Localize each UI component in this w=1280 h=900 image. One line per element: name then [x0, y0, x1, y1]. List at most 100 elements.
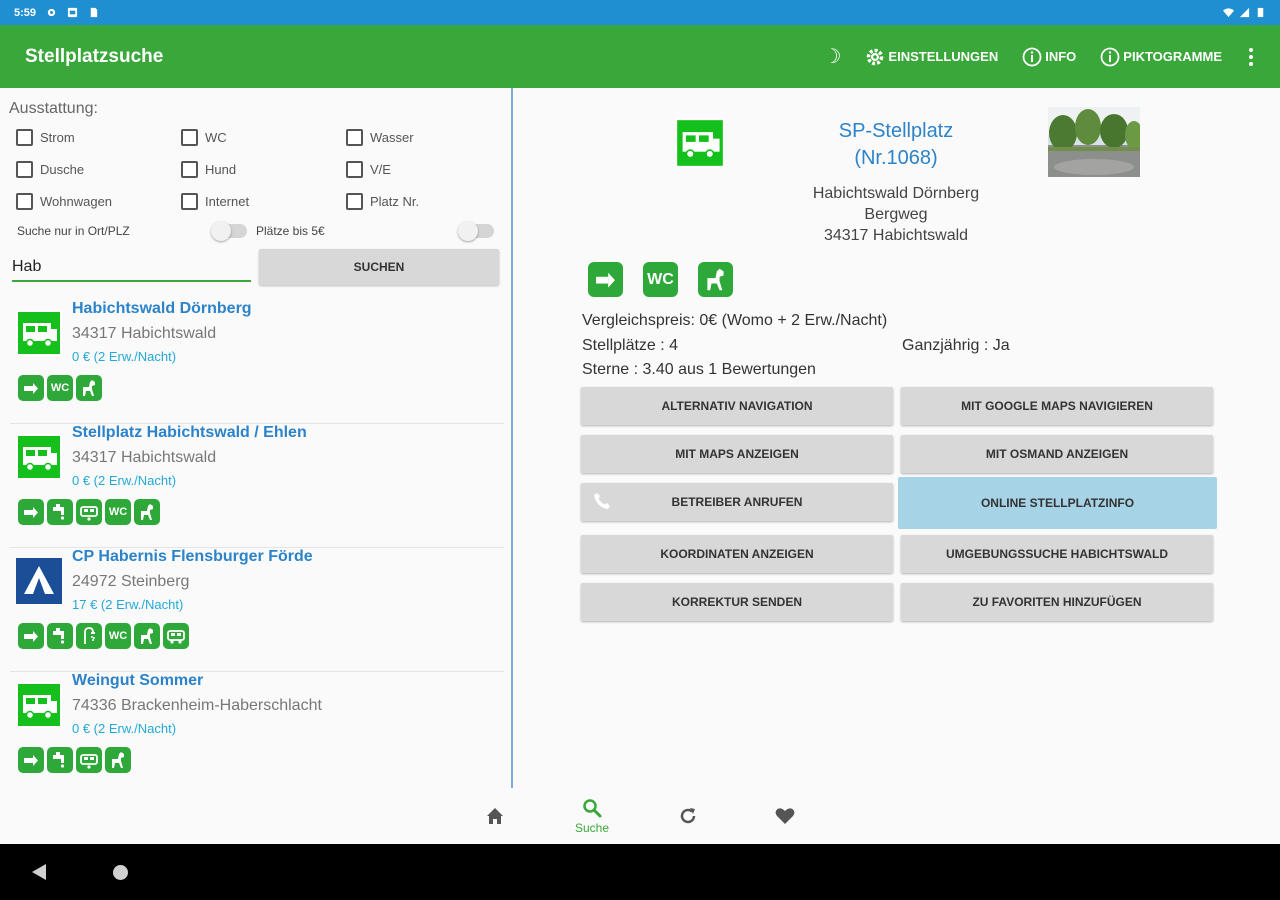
- info-icon: [1022, 47, 1042, 66]
- ganzjaehrig: Ganzjährig : Ja: [902, 337, 1010, 354]
- nearby-search-button[interactable]: UMGEBUNGSSUCHE HABICHTSWALD: [901, 535, 1213, 573]
- checkbox-wasser[interactable]: Wasser: [346, 129, 414, 146]
- wc-icon: WC: [643, 262, 678, 297]
- wc-icon: WC: [47, 375, 73, 401]
- info-button[interactable]: INFO: [1022, 25, 1076, 88]
- night-mode-icon[interactable]: ☽: [823, 25, 841, 88]
- strom-icon: [18, 499, 44, 525]
- wc-icon: WC: [105, 499, 131, 525]
- checkbox-ve[interactable]: V/E: [346, 161, 391, 178]
- app-bar: Stellplatzsuche ☽ EINSTELLUNGEN INFO PIK…: [0, 25, 1280, 88]
- checkbox-strom[interactable]: Strom: [16, 129, 75, 146]
- alternativ-navigation-button[interactable]: ALTERNATIV NAVIGATION: [581, 387, 893, 425]
- address-line: Habichtswald Dörnberg: [812, 185, 980, 202]
- status-bar: 5:59: [0, 0, 1280, 25]
- coordinates-button[interactable]: KOORDINATEN ANZEIGEN: [581, 535, 893, 573]
- signal-icon: [1239, 7, 1250, 18]
- result-city: 34317 Habichtswald: [72, 325, 217, 342]
- checkbox-box[interactable]: [181, 193, 198, 210]
- piktogramme-icon: [1100, 47, 1120, 66]
- result-city: 74336 Brackenheim-Haberschlacht: [72, 697, 322, 714]
- google-maps-navigate-button[interactable]: MIT GOOGLE MAPS NAVIGIEREN: [901, 387, 1213, 425]
- checkbox-hund[interactable]: Hund: [181, 161, 236, 178]
- result-name[interactable]: CP Habernis Flensburger Förde: [72, 548, 313, 566]
- nav-search[interactable]: Suche: [560, 788, 624, 844]
- add-favorite-button[interactable]: ZU FAVORITEN HINZUFÜGEN: [901, 583, 1213, 621]
- stellplatz-icon: [675, 118, 725, 168]
- nav-favorites[interactable]: [753, 788, 817, 844]
- checkbox-box[interactable]: [346, 161, 363, 178]
- app-title: Stellplatzsuche: [25, 45, 164, 67]
- dusche-icon: [76, 623, 102, 649]
- checkbox-label: WC: [205, 130, 227, 145]
- detail-name: SP-Stellplatz: [838, 120, 954, 142]
- result-name[interactable]: Habichtswald Dörnberg: [72, 300, 252, 318]
- checkbox-label: Hund: [205, 162, 237, 177]
- entsorgung-icon: [76, 747, 102, 773]
- maps-show-button[interactable]: MIT MAPS ANZEIGEN: [581, 435, 893, 473]
- location-photo[interactable]: [1048, 107, 1140, 177]
- toggle-price-switch[interactable]: [458, 221, 494, 241]
- checkbox-label: Strom: [40, 130, 75, 145]
- home-icon: [487, 808, 503, 824]
- app-actions: ☽ EINSTELLUNGEN INFO PIKTOGRAMME: [799, 25, 1280, 88]
- einstellungen-button[interactable]: EINSTELLUNGEN: [865, 25, 998, 88]
- wc-icon: WC: [105, 623, 131, 649]
- checkbox-box[interactable]: [16, 129, 33, 146]
- detail-number: (Nr.1068): [854, 147, 938, 169]
- battery-icon: [1257, 7, 1264, 18]
- strom-icon: [18, 623, 44, 649]
- search-button[interactable]: SUCHEN: [259, 249, 499, 285]
- hund-icon: [105, 747, 131, 773]
- nav-home[interactable]: [463, 788, 527, 844]
- wifi-icon: [1223, 8, 1234, 18]
- result-name[interactable]: Stellplatz Habichtswald / Ehlen: [72, 424, 307, 442]
- detail-title: SP-Stellplatz (Nr.1068): [766, 118, 1026, 172]
- app-notification-icon: [67, 7, 78, 18]
- result-icons: WC: [18, 623, 189, 649]
- result-name[interactable]: Weingut Sommer: [72, 672, 203, 690]
- overflow-menu-icon[interactable]: [1236, 47, 1266, 66]
- search-pane: Ausstattung: Strom WC Wasser Dusche Hund…: [0, 88, 511, 788]
- checkbox-box[interactable]: [16, 161, 33, 178]
- piktogramme-button[interactable]: PIKTOGRAMME: [1100, 25, 1222, 88]
- address-line: 34317 Habichtswald: [823, 227, 969, 244]
- checkbox-box[interactable]: [16, 193, 33, 210]
- result-item[interactable]: CP Habernis Flensburger Förde 24972 Stei…: [10, 548, 504, 672]
- gear-icon: [867, 48, 884, 65]
- back-icon[interactable]: [32, 864, 46, 880]
- stellplatz-icon: [16, 434, 62, 480]
- checkbox-internet[interactable]: Internet: [181, 193, 249, 210]
- nav-refresh[interactable]: [656, 788, 720, 844]
- checkbox-wohnwagen[interactable]: Wohnwagen: [16, 193, 112, 210]
- checkbox-box[interactable]: [181, 129, 198, 146]
- result-item[interactable]: Stellplatz Habichtswald / Ehlen 34317 Ha…: [10, 424, 504, 548]
- entsorgung-icon: [76, 499, 102, 525]
- wasser-icon: [47, 623, 73, 649]
- checkbox-box[interactable]: [346, 129, 363, 146]
- strom-icon: [18, 747, 44, 773]
- checkbox-box[interactable]: [181, 161, 198, 178]
- checkbox-dusche[interactable]: Dusche: [16, 161, 84, 178]
- campingplatz-icon: [16, 558, 62, 604]
- call-operator-button[interactable]: BETREIBER ANRUFEN: [581, 483, 893, 521]
- system-navigation-bar: [0, 844, 1280, 900]
- result-item[interactable]: Weingut Sommer 74336 Brackenheim-Habersc…: [10, 672, 504, 796]
- osmand-show-button[interactable]: MIT OSMAND ANZEIGEN: [901, 435, 1213, 473]
- result-item[interactable]: Habichtswald Dörnberg 34317 Habichtswald…: [10, 300, 504, 424]
- online-info-button[interactable]: ONLINE STELLPLATZINFO: [898, 477, 1217, 529]
- info-label: INFO: [1045, 49, 1077, 64]
- search-input[interactable]: [12, 254, 251, 282]
- hund-icon: [698, 262, 733, 297]
- correction-button[interactable]: KORREKTUR SENDEN: [581, 583, 893, 621]
- toggle-ort-switch[interactable]: [211, 221, 247, 241]
- checkbox-label: Dusche: [40, 162, 85, 177]
- checkbox-box[interactable]: [346, 193, 363, 210]
- result-price: 0 € (2 Erw./Nacht): [72, 721, 177, 736]
- checkbox-wc[interactable]: WC: [181, 129, 227, 146]
- stellplatz-icon: [16, 682, 62, 728]
- home-circle-icon[interactable]: [113, 865, 128, 880]
- ausstattung-heading: Ausstattung:: [9, 100, 98, 117]
- checkbox-platz-nr[interactable]: Platz Nr.: [346, 193, 419, 210]
- toggle-price-label: Plätze bis 5€: [256, 224, 325, 238]
